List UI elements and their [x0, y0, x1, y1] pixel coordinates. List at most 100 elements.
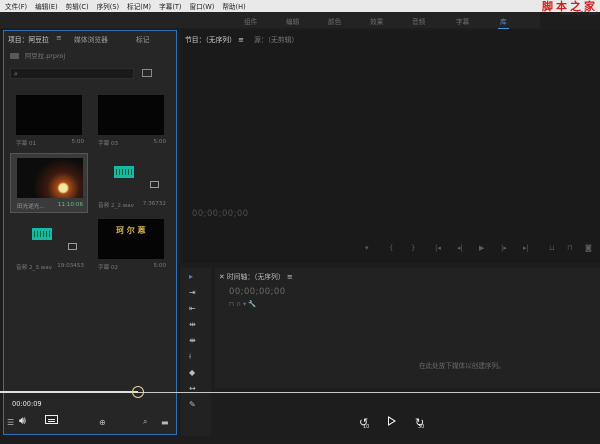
media-item-audio-2-3[interactable]: 音频 2_3.wav 19:03453 — [10, 215, 88, 275]
selection-tool-icon[interactable]: ▸ — [189, 272, 193, 281]
transport-controls: ▾ { } |◂ ◂| ▶ |▸ ▸| ⊔ ⊓ ◙ — [365, 244, 595, 254]
thumbnail — [98, 95, 164, 135]
menubar: 文件(F) 编辑(E) 剪辑(C) 序列(S) 标记(M) 字幕(T) 窗口(W… — [0, 0, 600, 12]
timeline-toolbar: ⊓ ∩ ▾ 🔧 — [229, 300, 256, 308]
media-item-video[interactable]: 田光逆光... 11:10:06 — [10, 153, 88, 213]
menu-window[interactable]: 窗口(W) — [187, 1, 220, 11]
media-duration: 11:10:06 — [57, 202, 83, 208]
seek-handle[interactable] — [132, 386, 144, 398]
tab-markers[interactable]: 标记 — [136, 34, 150, 44]
automate-icon[interactable]: ⊕ — [99, 418, 106, 427]
media-duration: 19:03453 — [57, 263, 84, 269]
workspace-color[interactable]: 颜色 — [328, 16, 341, 26]
timeline-tab[interactable]: ✕ 时间轴：（无序列） ≡ — [219, 271, 293, 281]
media-duration: 7:36732 — [142, 201, 166, 207]
workspace-editing[interactable]: 编辑 — [286, 16, 299, 26]
menu-sequence[interactable]: 序列(S) — [94, 1, 125, 11]
title-thumbnail-glyphs: 珂 尔 蒽 — [116, 226, 146, 235]
thumbnail — [16, 95, 82, 135]
media-label: 音频 2_3.wav — [16, 265, 52, 271]
go-to-in-icon[interactable]: |◂ — [435, 244, 441, 252]
current-time: 00:00:09 — [12, 400, 42, 408]
video-thumbnail — [17, 158, 83, 198]
new-search-bin-icon[interactable] — [142, 69, 152, 77]
timeline-panel: ✕ 时间轴：（无序列） ≡ 00;00;00;00 ⊓ ∩ ▾ 🔧 在此处放下媒… — [215, 268, 600, 388]
subtitles-icon[interactable] — [45, 415, 58, 424]
volume-icon[interactable]: 🔊︎ — [19, 414, 26, 428]
media-item-title-02[interactable]: 珂 尔 蒽 字幕 02 5:00 — [92, 215, 170, 275]
tab-media-browser[interactable]: 媒体浏览器 — [74, 34, 108, 44]
rate-stretch-tool-icon[interactable]: ⇼ — [189, 336, 196, 345]
media-item-title-01[interactable]: 字幕 01 5:00 — [10, 91, 88, 151]
panel-menu-icon[interactable]: ≡ — [287, 273, 293, 281]
thumbnail: 珂 尔 蒽 — [98, 219, 164, 259]
media-item-audio-2-2[interactable]: 音频 2_2.wav 7:36732 — [92, 153, 170, 213]
media-item-title-03[interactable]: 字幕 03 5:00 — [92, 91, 170, 151]
out-point-icon[interactable]: } — [411, 244, 415, 252]
in-point-icon[interactable]: { — [389, 244, 393, 252]
tab-source[interactable]: 源：（无剪辑） — [254, 36, 298, 44]
menu-edit[interactable]: 编辑(E) — [32, 1, 63, 11]
audio-waveform-icon — [32, 228, 52, 240]
media-label: 田光逆光... — [17, 204, 45, 210]
ripple-edit-tool-icon[interactable]: ⇤ — [189, 304, 196, 313]
media-duration: 5:00 — [71, 139, 84, 145]
menu-clip[interactable]: 剪辑(C) — [63, 1, 94, 11]
panel-menu-icon[interactable]: ≡ — [56, 34, 62, 42]
new-bin-icon[interactable]: ▬ — [161, 418, 169, 427]
workspace-effects[interactable]: 效果 — [370, 16, 383, 26]
project-bottom-toolbar: ☰ ⊕ ⌕ ▬ — [3, 412, 177, 432]
menu-marker[interactable]: 标记(M) — [124, 1, 156, 11]
linked-selection-icon[interactable]: ∩ — [236, 300, 243, 308]
close-icon[interactable]: ✕ — [219, 273, 227, 281]
razor-tool-icon[interactable]: ⟊ — [189, 352, 191, 362]
multi-audio-icon — [150, 181, 159, 188]
watermark: 脚本之家 www.jb51.net — [542, 1, 598, 18]
play-icon[interactable] — [388, 416, 396, 426]
media-label: 音频 2_2.wav — [98, 203, 134, 209]
track-select-tool-icon[interactable]: ⇥ — [189, 288, 196, 297]
program-monitor: 节目：（无序列） ≡ 源：（无剪辑） 00;00;00;00 ▾ { } |◂ … — [181, 30, 600, 263]
play-button-icon[interactable]: ▶ — [479, 244, 484, 252]
go-to-out-icon[interactable]: ▸| — [523, 244, 529, 252]
pen-tool-icon[interactable]: ✎ — [189, 400, 196, 409]
folder-icon — [10, 52, 19, 59]
list-view-icon[interactable]: ☰ — [7, 418, 14, 427]
rewind-seconds: 10 — [363, 424, 370, 430]
media-label: 字幕 01 — [16, 141, 37, 147]
tab-program[interactable]: 节目：（无序列） — [185, 36, 236, 44]
audio-waveform-icon — [114, 166, 134, 178]
search-input[interactable]: ⌕ — [10, 68, 134, 79]
project-tabs: 项目：阿豆拉 ≡ 媒体浏览器 标记 — [4, 31, 176, 45]
tools-panel: ▸ ⇥ ⇤ ⇹ ⇼ ⟊ ◆ ↔ ✎ — [181, 268, 211, 436]
extract-icon[interactable]: ⊓ — [567, 244, 572, 252]
timeline-timecode: 00;00;00;00 — [229, 286, 286, 296]
forward-seconds: 30 — [418, 424, 425, 430]
menu-title[interactable]: 字幕(T) — [156, 1, 186, 11]
workspace-titles[interactable]: 字幕 — [456, 16, 469, 26]
lift-icon[interactable]: ⊔ — [549, 244, 554, 252]
timeline-title: 时间轴：（无序列） — [226, 273, 285, 281]
media-label: 字幕 03 — [98, 141, 119, 147]
menu-file[interactable]: 文件(F) — [2, 1, 32, 11]
project-file-name: 阿豆拉.prproj — [25, 52, 66, 60]
step-back-icon[interactable]: ◂| — [457, 244, 463, 252]
find-icon[interactable]: ⌕ — [143, 417, 147, 427]
rolling-edit-tool-icon[interactable]: ⇹ — [189, 320, 196, 329]
tab-project[interactable]: 项目：阿豆拉 — [8, 34, 49, 44]
workspace-bar: 组件 编辑 颜色 效果 音频 字幕 库 — [0, 12, 540, 29]
workspace-assembly[interactable]: 组件 — [244, 16, 257, 26]
step-forward-icon[interactable]: |▸ — [501, 244, 507, 252]
settings-wrench-icon[interactable]: 🔧 — [248, 300, 256, 308]
export-frame-icon[interactable]: ◙ — [585, 244, 592, 252]
workspace-libraries[interactable]: 库 — [498, 16, 509, 29]
workspace-audio[interactable]: 音频 — [412, 16, 425, 26]
multi-audio-icon — [68, 243, 77, 250]
panel-menu-icon[interactable]: ≡ — [238, 36, 244, 44]
program-timecode: 00;00;00;00 — [192, 208, 249, 218]
slip-tool-icon[interactable]: ◆ — [189, 368, 195, 377]
project-file: 阿豆拉.prproj — [10, 51, 65, 60]
menu-help[interactable]: 帮助(H) — [219, 1, 250, 11]
media-duration: 5:00 — [153, 263, 166, 269]
marker-icon[interactable]: ▾ — [365, 244, 369, 252]
